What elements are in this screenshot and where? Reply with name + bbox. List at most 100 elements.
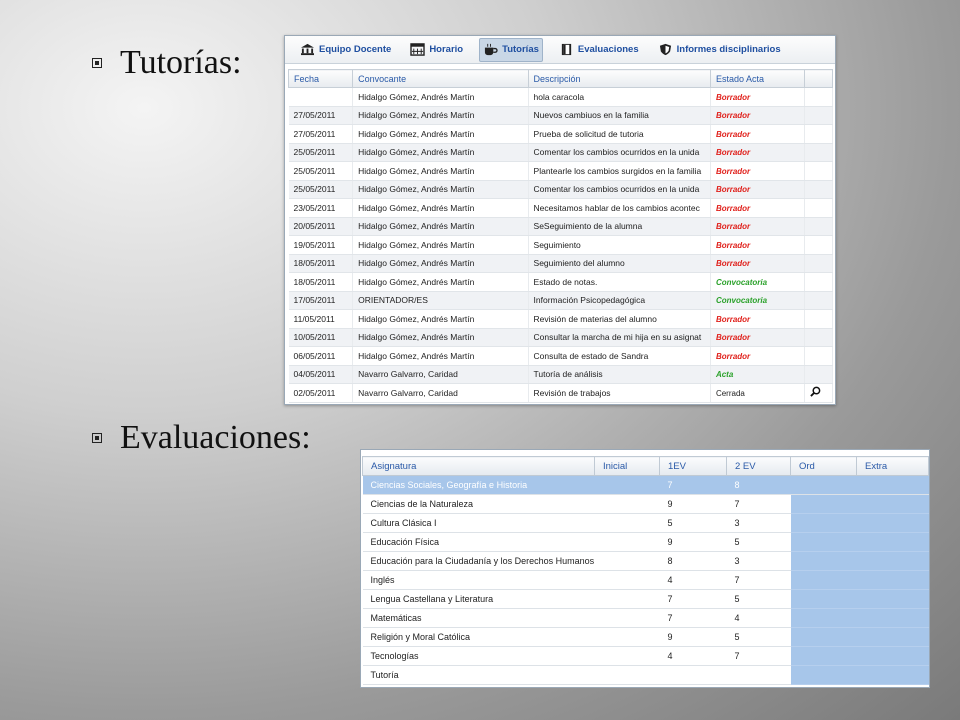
table-row[interactable]: 25/05/2011 Hidalgo Gómez, Andrés Martín Co…: [288, 180, 834, 199]
cell-ord[interactable]: [790, 570, 857, 590]
status-badge: Borrador: [715, 203, 751, 213]
cell-ev1: 9: [659, 627, 727, 647]
table-row[interactable]: 23/05/2011 Hidalgo Gómez, Andrés Martín Ne…: [288, 198, 834, 218]
table-row[interactable]: Inglés 4 7: [362, 570, 929, 590]
table-row[interactable]: Educación Física 9 5: [362, 532, 929, 552]
magnifier-icon[interactable]: [810, 386, 821, 399]
cell-ord[interactable]: [790, 665, 857, 685]
cell-convocante: Hidalgo Gómez, Andrés Martín: [352, 328, 529, 347]
cell-convocante: Hidalgo Gómez, Andrés Martín: [352, 254, 529, 273]
table-row[interactable]: 18/05/2011 Hidalgo Gómez, Andrés Martín Es…: [288, 272, 834, 292]
table-row[interactable]: 10/05/2011 Hidalgo Gómez, Andrés Martín Co…: [288, 328, 834, 347]
cell-action: [804, 180, 834, 199]
cell-extra[interactable]: [856, 551, 929, 571]
calendar-icon: [410, 43, 426, 56]
table-row[interactable]: Matemáticas 7 4: [362, 608, 929, 628]
table-row[interactable]: 06/05/2011 Hidalgo Gómez, Andrés Martín Co…: [288, 346, 834, 366]
table-row[interactable]: Cultura Clásica I 53: [362, 513, 929, 533]
status-badge: Convocatoria: [715, 296, 768, 306]
cell-action: [804, 254, 834, 273]
cell-action: [804, 328, 834, 347]
table-row[interactable]: Tutoría: [362, 665, 929, 685]
cell-ev2: 5: [726, 532, 791, 552]
column-header[interactable]: Extra: [856, 456, 929, 476]
toolbar-item-evaluaciones[interactable]: Evaluaciones: [556, 39, 642, 61]
cell-ev1: 5: [659, 513, 727, 533]
cell-extra[interactable]: [856, 513, 929, 533]
table-row[interactable]: Ciencias de la Naturaleza 9 7: [362, 494, 929, 514]
cell-ev2: 7: [726, 646, 791, 666]
cell-extra[interactable]: [856, 494, 929, 514]
table-row[interactable]: Tecnologías 4 7: [362, 646, 929, 666]
cell-asignatura: Cultura Clásica I: [362, 513, 595, 533]
table-row[interactable]: 18/05/2011 Hidalgo Gómez, Andrés Martín Se…: [288, 254, 834, 273]
column-header[interactable]: Ord: [790, 456, 857, 476]
toolbar-item-label: Horario: [429, 44, 464, 55]
status-badge: Borrador: [715, 166, 751, 176]
table-row[interactable]: Lengua Castellana y Literatura 7 5: [362, 589, 929, 609]
cell-extra[interactable]: [856, 570, 929, 590]
cell-ord[interactable]: [790, 494, 857, 514]
cell-ord[interactable]: [790, 608, 857, 628]
cell-ord[interactable]: [790, 646, 857, 666]
cell-descripcion: Tutoría de análisis: [528, 365, 711, 384]
cell-ord[interactable]: [790, 589, 857, 609]
table-row[interactable]: Educación para la Ciudadanía y los Derec…: [362, 551, 929, 571]
cell-extra[interactable]: [856, 589, 929, 609]
table-row[interactable]: 25/05/2011 Hidalgo Gómez, Andrés Martín Co…: [288, 143, 834, 162]
cell-asignatura: Educación para la Ciudadanía y los Derec…: [362, 551, 595, 571]
cell-convocante: Hidalgo Gómez, Andrés Martín: [352, 217, 529, 236]
cell-action: [804, 87, 834, 107]
cell-extra[interactable]: [856, 646, 929, 666]
cell-convocante: Hidalgo Gómez, Andrés Martín: [352, 106, 529, 125]
table-row[interactable]: 04/05/2011 Navarro Galvarro, Caridad Tutor…: [288, 365, 834, 384]
cell-fecha: 25/05/2011: [288, 143, 354, 162]
column-header[interactable]: 1EV: [659, 456, 727, 476]
cell-extra[interactable]: [856, 608, 929, 628]
cell-inicial: [594, 551, 660, 571]
column-header[interactable]: Asignatura: [362, 456, 595, 476]
cell-extra[interactable]: [856, 627, 929, 647]
table-row[interactable]: 20/05/2011 Hidalgo Gómez, Andrés Martín Se…: [288, 217, 834, 236]
toolbar-item-equipo-docente[interactable]: Equipo Docente: [297, 39, 394, 61]
cell-ord[interactable]: [790, 532, 857, 552]
cell-convocante: Hidalgo Gómez, Andrés Martín: [352, 346, 529, 366]
table-row[interactable]: Ciencias Sociales, Geografía e Historia 7…: [362, 475, 929, 495]
table-row[interactable]: 17/05/2011 ORIENTADOR/ES Información Psico…: [288, 291, 834, 310]
column-header[interactable]: Fecha: [287, 69, 354, 88]
cell-action: [804, 291, 834, 310]
table-row[interactable]: Hidalgo Gómez, Andrés Martín hola caracol…: [288, 87, 834, 107]
column-header[interactable]: Convocante: [352, 69, 529, 88]
cell-ord[interactable]: [790, 627, 857, 647]
cell-convocante: Hidalgo Gómez, Andrés Martín: [352, 87, 529, 107]
cell-extra[interactable]: [856, 665, 929, 685]
status-badge: Convocatoria: [715, 277, 768, 287]
table-row[interactable]: 25/05/2011 Hidalgo Gómez, Andrés Martín Pl…: [288, 161, 834, 181]
column-header[interactable]: 2 EV: [726, 456, 791, 476]
table-row[interactable]: 27/05/2011 Hidalgo Gómez, Andrés Martín Pr…: [288, 124, 834, 144]
cell-ord[interactable]: [790, 551, 857, 571]
toolbar-item-tutor-as[interactable]: Tutorías: [479, 37, 543, 62]
cell-asignatura: Inglés: [362, 570, 595, 590]
cell-estado: Borrador: [710, 124, 805, 144]
bullet-icon: [92, 433, 102, 443]
table-row[interactable]: 11/05/2011 Hidalgo Gómez, Andrés Martín Re…: [288, 309, 834, 329]
cell-ev1: 9: [659, 532, 727, 552]
table-row[interactable]: Religión y Moral Católica 9 5: [362, 627, 929, 647]
toolbar-item-informes-disciplinarios[interactable]: Informes disciplinarios: [655, 39, 784, 61]
cell-ord[interactable]: [790, 475, 857, 495]
cell-action: [804, 161, 834, 181]
column-header[interactable]: Descripción: [527, 69, 711, 88]
table-row[interactable]: 27/05/2011 Hidalgo Gómez, Andrés Martín Nu…: [288, 106, 834, 125]
table-row[interactable]: 02/05/2011 Navarro Galvarro, Caridad Revis…: [288, 383, 834, 403]
cell-estado: Borrador: [710, 254, 805, 273]
table-row[interactable]: 19/05/2011 Hidalgo Gómez, Andrés Martín Se…: [288, 235, 834, 255]
cell-ord[interactable]: [790, 513, 857, 533]
column-header[interactable]: Estado Acta: [709, 69, 805, 88]
toolbar-item-horario[interactable]: Horario: [407, 39, 466, 61]
cell-estado: Borrador: [710, 87, 805, 107]
cell-extra[interactable]: [856, 532, 929, 552]
cell-extra[interactable]: [856, 475, 929, 495]
evaluaciones-table: Asignatura Inicial 1EV 2 EV Ord Extra Ciencia…: [362, 456, 929, 685]
column-header[interactable]: Inicial: [594, 456, 660, 476]
